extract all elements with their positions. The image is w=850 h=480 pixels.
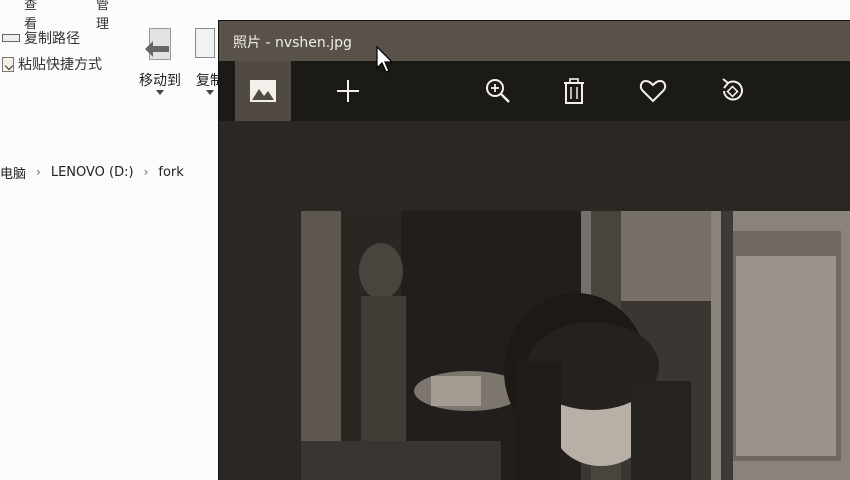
photo-image[interactable] [301,211,850,480]
plus-icon [337,80,359,102]
ribbon-tab-manage[interactable]: 管理 [96,0,109,32]
breadcrumb-item-pc[interactable]: 电脑 [0,163,26,182]
breadcrumb-item-drive[interactable]: LENOVO (D:) [51,165,134,180]
chevron-down-icon [156,90,164,95]
move-to-label: 移动到 [139,73,181,89]
photo-canvas [219,121,850,480]
paste-shortcut-icon [2,56,14,72]
photo-toolbar [219,61,850,121]
zoom-in-icon [486,79,510,103]
window-title: 照片 - nvshen.jpg [233,35,352,51]
move-to-button[interactable]: 移动到 [135,26,185,96]
delete-button[interactable] [546,61,602,121]
copy-path-label: 复制路径 [24,31,80,47]
favorite-button[interactable] [625,61,681,121]
path-icon [2,34,20,42]
paste-shortcut-label: 粘贴快捷方式 [18,57,102,73]
chevron-right-icon: › [143,165,149,179]
chevron-right-icon: › [36,165,41,179]
rotate-icon [722,78,743,101]
title-bar[interactable]: 照片 - nvshen.jpg [219,21,850,61]
photo-image-content [301,211,850,480]
mouse-cursor-icon [376,46,394,73]
heart-icon [639,79,667,103]
add-button[interactable] [320,61,376,121]
rotate-button[interactable] [704,61,760,121]
collection-button[interactable] [235,61,291,121]
paste-shortcut-button[interactable]: 粘贴快捷方式 [2,54,102,74]
picture-icon [250,80,276,102]
breadcrumb-item-folder[interactable]: fork [158,165,183,180]
address-breadcrumb[interactable]: 电脑 › LENOVO (D:) › fork [0,162,184,182]
move-to-icon [145,26,175,66]
trash-icon [564,78,584,104]
chevron-down-icon [206,90,214,95]
photos-window: 照片 - nvshen.jpg [218,20,850,480]
zoom-button[interactable] [470,61,526,121]
copy-path-button[interactable]: 复制路径 [2,28,80,48]
